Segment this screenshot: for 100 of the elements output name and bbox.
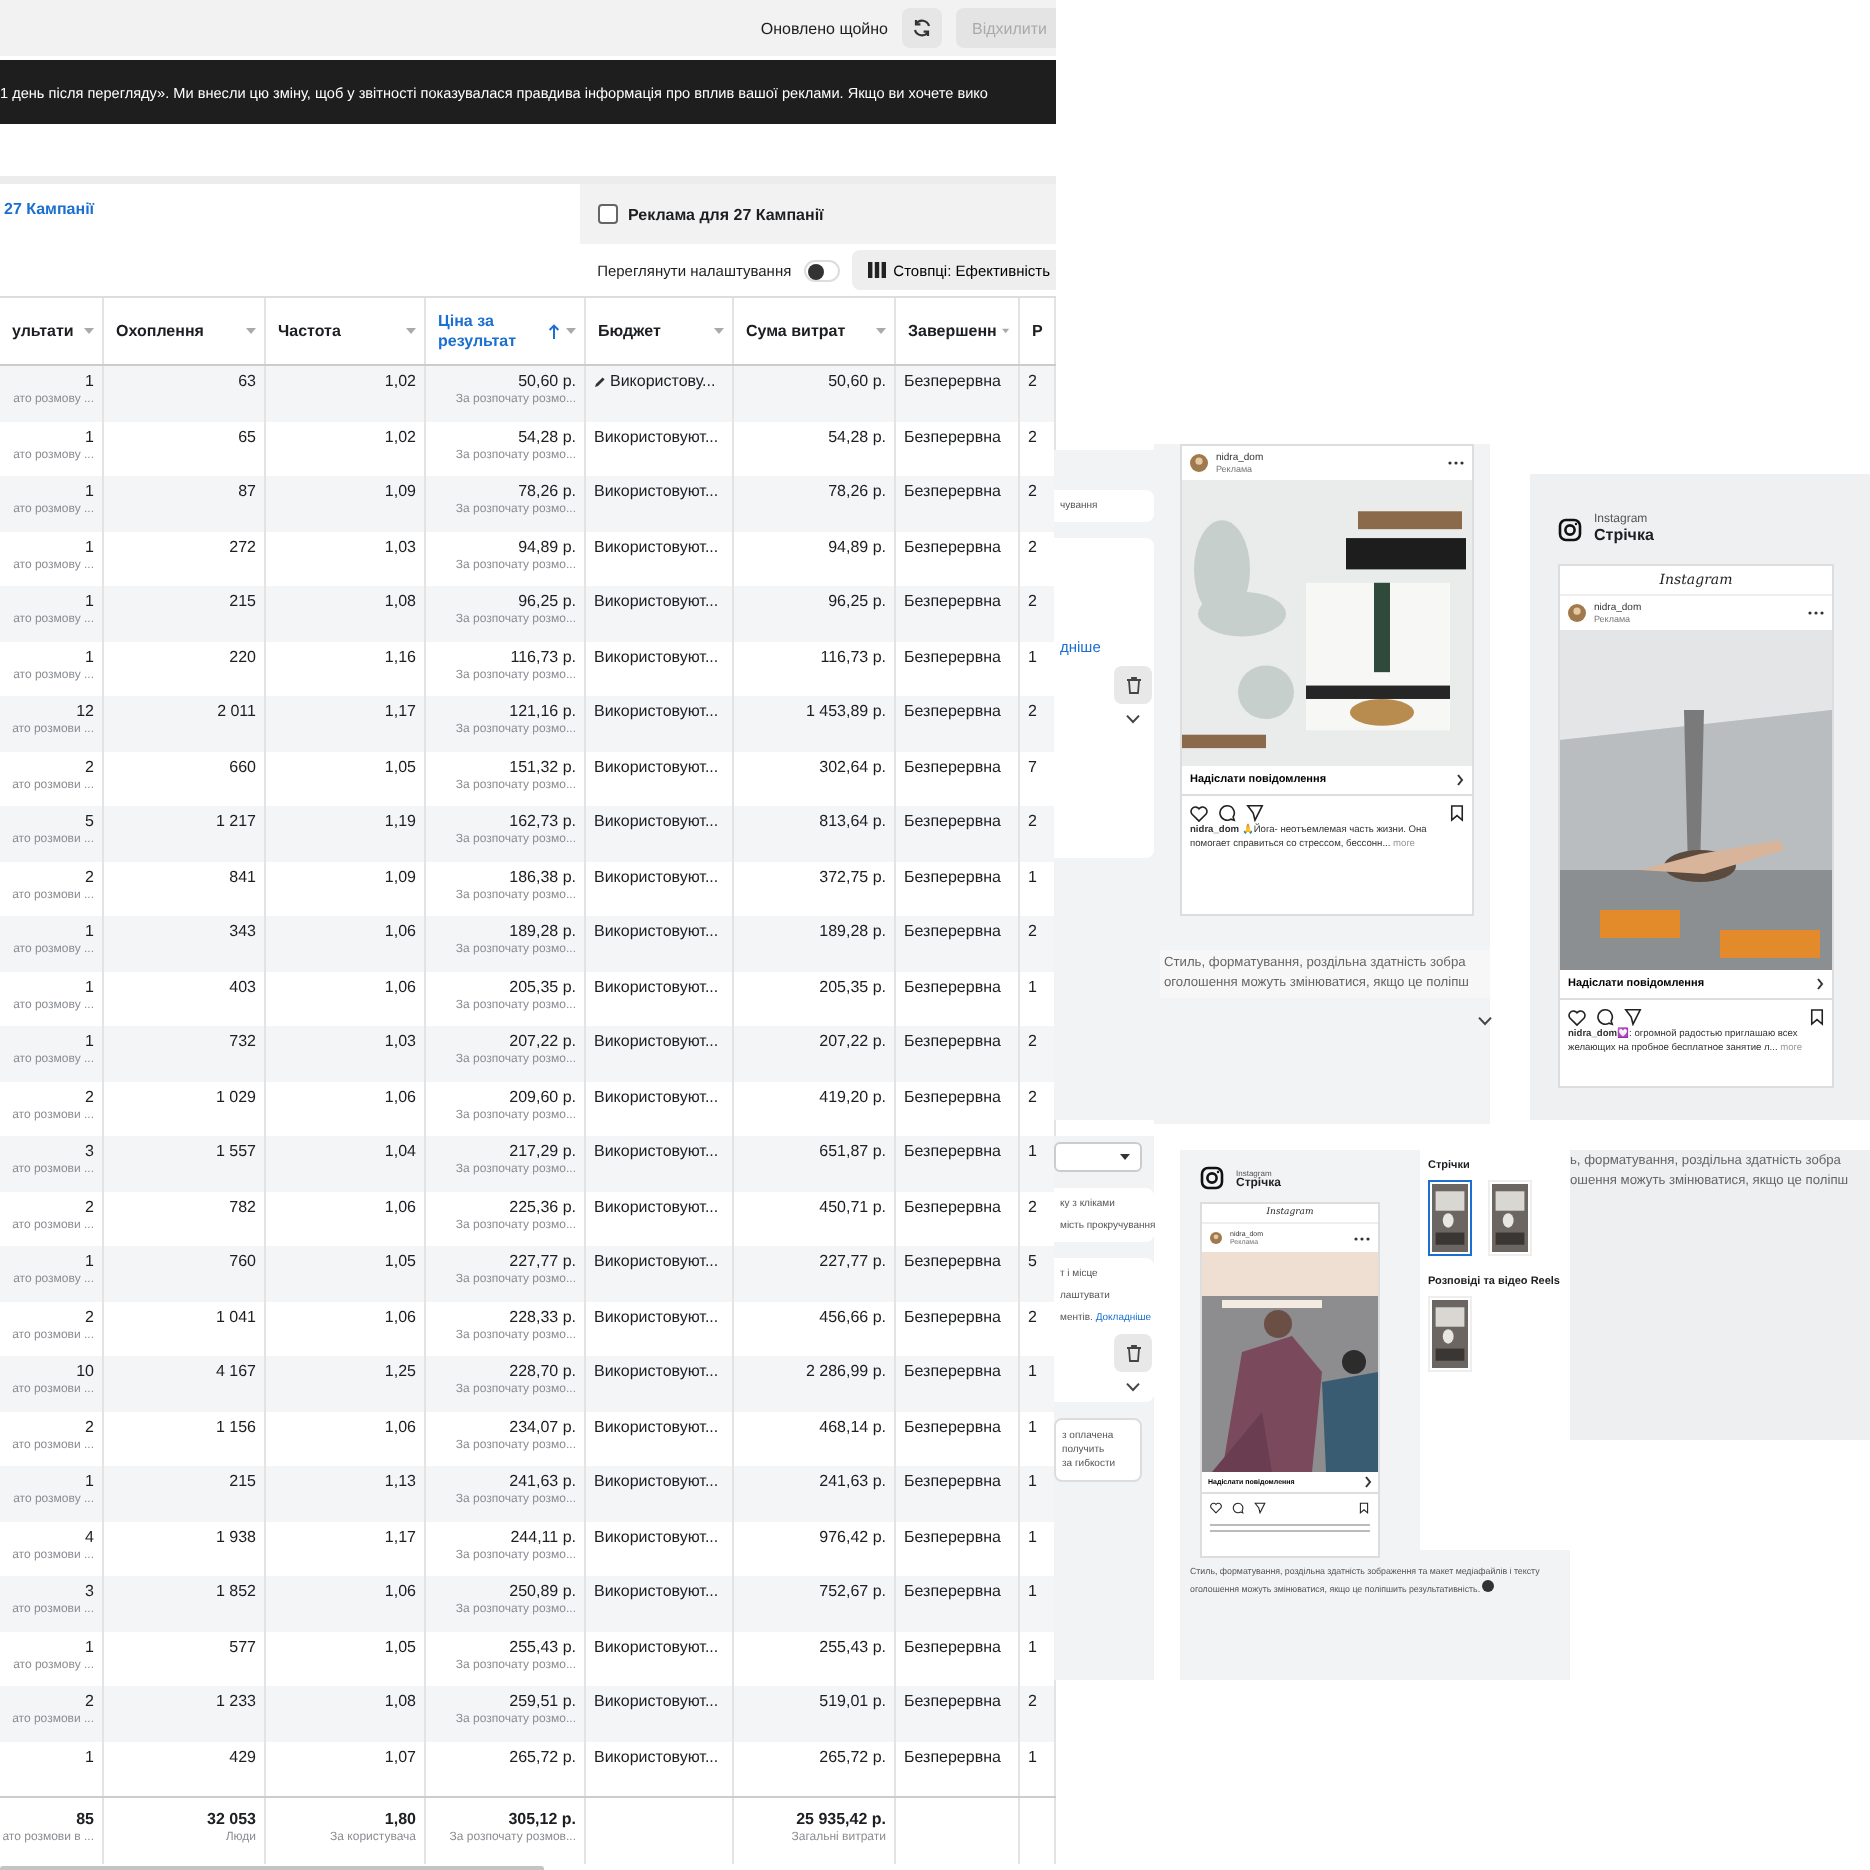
table-cell: 241,63 р. xyxy=(509,1472,576,1492)
bookmark-icon[interactable] xyxy=(1810,1008,1824,1026)
total-value: 85 xyxy=(76,1810,94,1830)
send-icon[interactable] xyxy=(1246,804,1264,822)
table-cell: 2 xyxy=(85,1307,94,1327)
table-cell: 255,43 р. xyxy=(509,1637,576,1657)
chevron-down-icon[interactable] xyxy=(1478,1016,1492,1026)
avatar xyxy=(1568,604,1586,622)
heart-icon[interactable] xyxy=(1568,1009,1586,1025)
info-icon[interactable] xyxy=(1482,1579,1495,1591)
table-cell: 241,63 р. xyxy=(819,1472,886,1492)
table-cell: 2 xyxy=(1028,372,1037,392)
table-cell: 1,06 xyxy=(384,1582,416,1602)
table-cell: 1 938 xyxy=(215,1527,256,1547)
table-cell: Безперервна xyxy=(904,1637,1001,1657)
table-cell: 732 xyxy=(229,1032,256,1052)
chevron-down-icon[interactable] xyxy=(1126,714,1140,724)
budget-cell: Використовуют... xyxy=(594,867,719,887)
tab[interactable]: 27 Кампанії xyxy=(0,184,580,244)
table-cell: 234,07 р. xyxy=(509,1417,576,1437)
table-cell: 2 xyxy=(1028,1087,1037,1107)
more-options-icon[interactable] xyxy=(1808,610,1824,616)
column-header[interactable]: Сума витрат xyxy=(734,298,896,364)
column-header[interactable]: Завершенн xyxy=(896,298,1020,364)
trash-icon xyxy=(1125,1344,1141,1362)
table-cell: Безперервна xyxy=(904,1197,1001,1217)
table-cell: 1,25 xyxy=(384,1362,416,1382)
chevron-down-icon[interactable] xyxy=(1126,1382,1140,1392)
table-cell: 1,06 xyxy=(384,1197,416,1217)
send-icon[interactable] xyxy=(1254,1502,1266,1514)
table-cell: 1,06 xyxy=(384,1307,416,1327)
delete-button[interactable] xyxy=(1114,1334,1152,1372)
table-cell: Безперервна xyxy=(904,647,1001,667)
total-value: 32 053 xyxy=(207,1810,256,1830)
column-header[interactable]: Ціна за результат xyxy=(426,298,586,364)
column-header[interactable]: ультати xyxy=(0,298,104,364)
table-cell: 1 xyxy=(85,1032,94,1052)
budget-cell: Використовуют... xyxy=(594,427,719,447)
table-cell: 1,17 xyxy=(384,702,416,722)
refresh-button[interactable] xyxy=(902,8,942,48)
table-cell: 1 453,89 р. xyxy=(805,702,886,722)
table-cell: 2 xyxy=(1028,592,1037,612)
dropdown-field[interactable] xyxy=(1054,1142,1142,1172)
table-cell: 227,77 р. xyxy=(819,1252,886,1272)
budget-cell: Використовуют... xyxy=(594,1582,719,1602)
table-cell: 65 xyxy=(238,427,256,447)
bookmark-icon[interactable] xyxy=(1450,804,1464,822)
comment-icon[interactable] xyxy=(1232,1502,1244,1514)
table-cell: 1,16 xyxy=(384,647,416,667)
more-options-icon[interactable] xyxy=(1354,1235,1370,1241)
table-cell: Безперервна xyxy=(904,1417,1001,1437)
table-cell: 50,60 р. xyxy=(828,372,886,392)
table-cell: 1 xyxy=(85,1637,94,1657)
column-header[interactable]: Охоплення xyxy=(104,298,266,364)
sort-caret-icon xyxy=(566,328,576,334)
table-cell: 651,87 р. xyxy=(819,1142,886,1162)
comment-icon[interactable] xyxy=(1218,804,1236,822)
table-cell: 96,25 р. xyxy=(828,592,886,612)
table-cell: 1 041 xyxy=(215,1307,256,1327)
bookmark-icon[interactable] xyxy=(1358,1502,1370,1514)
send-icon[interactable] xyxy=(1624,1008,1642,1026)
avatar xyxy=(1210,1232,1222,1244)
delete-button[interactable] xyxy=(1114,666,1152,704)
caret-icon xyxy=(1120,1154,1130,1160)
budget-cell: Використовуют... xyxy=(594,1362,719,1382)
budget-cell: Використовуют... xyxy=(594,1417,719,1437)
sort-caret-icon xyxy=(1002,328,1010,334)
placement-thumbnail[interactable] xyxy=(1428,1180,1472,1256)
table-cell: 1 xyxy=(85,977,94,997)
table-cell: 429 xyxy=(229,1747,256,1767)
pencil-icon[interactable] xyxy=(594,376,606,388)
table-cell: 10 xyxy=(76,1362,94,1382)
table-cell: 577 xyxy=(229,1637,256,1657)
table-cell: 4 xyxy=(85,1527,94,1547)
placement-label: Стрічка xyxy=(1594,526,1656,544)
table-cell: 1 xyxy=(85,372,94,392)
table-cell: 752,67 р. xyxy=(819,1582,886,1602)
heart-icon[interactable] xyxy=(1190,805,1208,821)
table-cell: 813,64 р. xyxy=(819,812,886,832)
column-header[interactable]: Бюджет xyxy=(586,298,734,364)
table-cell: 519,01 р. xyxy=(819,1692,886,1712)
more-options-icon[interactable] xyxy=(1448,460,1464,466)
table-cell: 265,72 р. xyxy=(819,1747,886,1767)
table-cell: 2 xyxy=(1028,537,1037,557)
budget-cell: Використовуют... xyxy=(594,922,719,942)
table-cell: 1,05 xyxy=(384,1637,416,1657)
column-header[interactable]: Р xyxy=(1020,298,1056,364)
toggle-switch[interactable] xyxy=(803,259,840,281)
table-cell: 1 xyxy=(1028,1637,1037,1657)
budget-cell: Використовуют... xyxy=(594,1747,719,1767)
budget-cell: Використовуют... xyxy=(594,1087,719,1107)
table-cell: 250,89 р. xyxy=(509,1582,576,1602)
comment-icon[interactable] xyxy=(1596,1008,1614,1026)
column-header[interactable]: Частота xyxy=(266,298,426,364)
total-value: 1,80 xyxy=(384,1810,416,1830)
table-cell: 1 xyxy=(1028,1472,1037,1492)
table-cell: 1 852 xyxy=(215,1582,256,1602)
budget-cell: Використовуют... xyxy=(594,1197,719,1217)
heart-icon[interactable] xyxy=(1210,1502,1222,1514)
table-cell: 121,16 р. xyxy=(509,702,576,722)
